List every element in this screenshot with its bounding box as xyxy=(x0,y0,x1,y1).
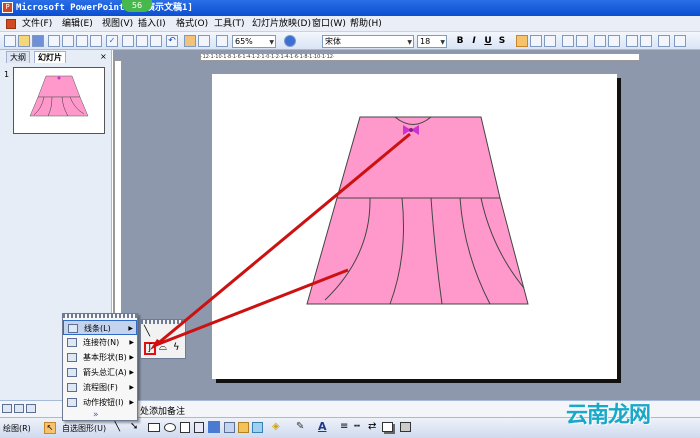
watermark: 云南龙网 xyxy=(566,403,651,428)
annotation-arrow-to-neckline xyxy=(155,132,411,347)
annotation-arrows xyxy=(150,132,411,350)
annotation-arrow-to-skirt xyxy=(155,268,349,347)
